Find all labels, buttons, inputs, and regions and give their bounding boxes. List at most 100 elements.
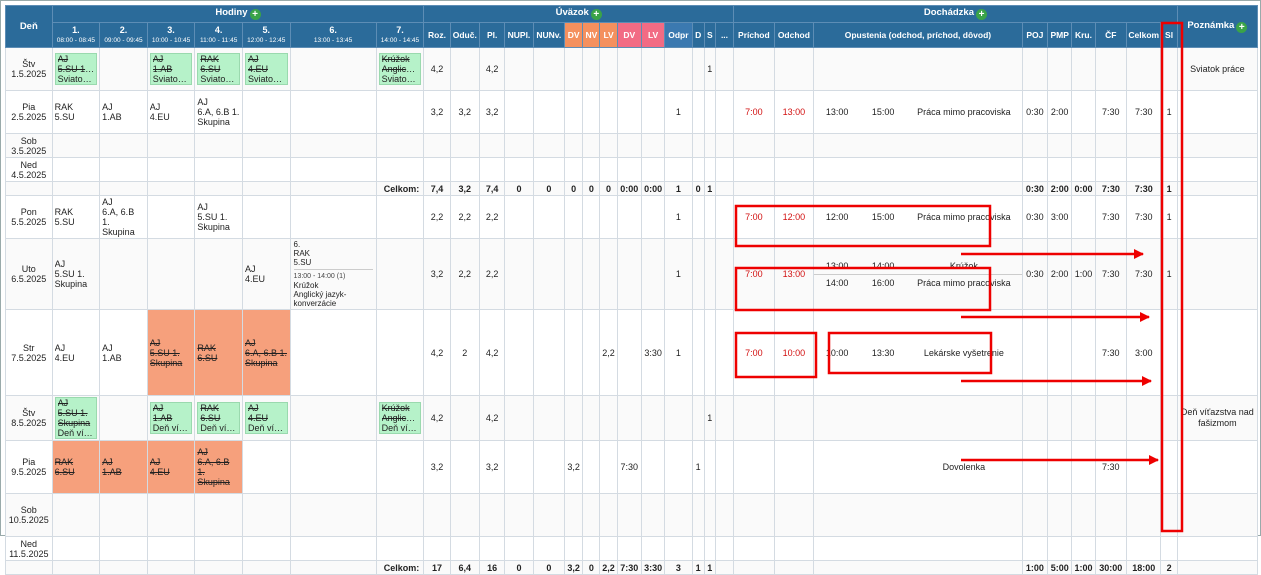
lesson-cell[interactable]: RAK6.SUSviatok práce xyxy=(194,47,243,91)
lesson-cell[interactable] xyxy=(241,133,291,158)
lesson-cell[interactable] xyxy=(241,90,291,134)
absences-cell[interactable]: 13:00 15:00 Práca mimo pracoviska xyxy=(813,90,1023,134)
departure-time[interactable]: 12:00 xyxy=(773,195,815,239)
note-cell[interactable] xyxy=(1176,493,1259,537)
lesson-cell[interactable] xyxy=(375,90,425,134)
period-header-6[interactable]: 6. 13:00 - 13:45 xyxy=(289,22,377,48)
absences-cell[interactable] xyxy=(813,133,1023,158)
lesson-cell[interactable] xyxy=(194,493,243,537)
arrival-time[interactable] xyxy=(733,47,775,91)
lesson-cell[interactable]: KrúžokAnglický jazyk-konverzácieSviatok … xyxy=(375,47,425,91)
lesson-cell[interactable] xyxy=(99,157,148,182)
col-header-20[interactable]: ČF xyxy=(1094,22,1128,48)
lesson-cell[interactable] xyxy=(289,47,377,91)
lesson-cell[interactable] xyxy=(289,440,377,494)
lesson-cell[interactable] xyxy=(194,536,243,561)
col-header-8[interactable]: DV xyxy=(616,22,642,48)
col-header-1[interactable]: Oduč. xyxy=(449,22,480,48)
lesson-cell[interactable] xyxy=(146,157,196,182)
lesson-cell[interactable] xyxy=(241,493,291,537)
lesson-cell[interactable] xyxy=(146,133,196,158)
col-header-5[interactable]: DV xyxy=(564,22,584,48)
lesson-cell[interactable] xyxy=(241,195,291,239)
departure-time[interactable]: 13:00 xyxy=(773,90,815,134)
note-cell[interactable]: Deň víťazstva nad fašizmom xyxy=(1176,395,1259,441)
lesson-cell[interactable] xyxy=(375,195,425,239)
day-cell[interactable]: Ned 4.5.2025 xyxy=(5,157,53,182)
lesson-cell[interactable]: RAK6.SUDeň víťazstva nad fašizmom xyxy=(194,395,243,441)
lesson-cell[interactable]: AJ 4.EU xyxy=(146,440,196,494)
lesson-cell[interactable] xyxy=(146,493,196,537)
arrival-time[interactable] xyxy=(733,493,775,537)
col-header-15[interactable]: Odchod xyxy=(773,22,815,48)
col-header-18[interactable]: PMP xyxy=(1047,22,1073,48)
lesson-cell[interactable] xyxy=(99,47,148,91)
period-header-7[interactable]: 7. 14:00 - 14:45 xyxy=(375,22,425,48)
lesson-cell[interactable]: AJ5.SU 1.SkupinaDeň víťazstva nad fašizm… xyxy=(51,395,101,441)
note-cell[interactable] xyxy=(1176,133,1259,158)
arrival-time[interactable]: 7:00 xyxy=(733,195,775,239)
col-header-19[interactable]: Kru. xyxy=(1071,22,1096,48)
lesson-cell[interactable] xyxy=(51,157,101,182)
period-header-3[interactable]: 3. 10:00 - 10:45 xyxy=(146,22,196,48)
col-header-6[interactable]: NV xyxy=(582,22,601,48)
lesson-cell[interactable]: RAK 5.SU xyxy=(51,195,101,239)
absences-cell[interactable] xyxy=(813,157,1023,182)
add-hodiny-plus-icon[interactable]: + xyxy=(249,9,261,20)
day-cell[interactable]: Pia 9.5.2025 xyxy=(5,440,53,494)
arrival-time[interactable] xyxy=(733,536,775,561)
departure-time[interactable]: 13:00 xyxy=(773,238,815,310)
lesson-cell[interactable]: AJ1.ABDeň víťazstva nad fašizmom xyxy=(146,395,196,441)
lesson-cell[interactable] xyxy=(51,133,101,158)
note-cell[interactable] xyxy=(1176,440,1259,494)
col-header-4[interactable]: NUNv. xyxy=(532,22,566,48)
add-uvazok-plus-icon[interactable]: + xyxy=(590,9,602,20)
lesson-cell[interactable] xyxy=(99,238,148,310)
absences-cell[interactable] xyxy=(813,395,1023,441)
arrival-time[interactable] xyxy=(733,440,775,494)
lesson-cell[interactable] xyxy=(375,157,425,182)
absences-cell[interactable]: 13:00 14:00 Krúžok 14:00 16:00 Práca mimo pra… xyxy=(813,238,1023,310)
departure-time[interactable] xyxy=(773,47,815,91)
period-header-5[interactable]: 5. 12:00 - 12:45 xyxy=(241,22,291,48)
lesson-cell[interactable]: AJ 4.EU xyxy=(146,90,196,134)
period-header-4[interactable]: 4. 11:00 - 11:45 xyxy=(194,22,243,48)
lesson-cell[interactable] xyxy=(289,133,377,158)
add-poznamka-plus-icon[interactable]: + xyxy=(1236,21,1248,33)
day-cell[interactable]: Pia 2.5.2025 xyxy=(5,90,53,134)
arrival-time[interactable] xyxy=(733,395,775,441)
day-cell[interactable]: Pon 5.5.2025 xyxy=(5,195,53,239)
lesson-cell[interactable]: AJ 1.AB xyxy=(99,309,148,396)
col-header-9[interactable]: LV xyxy=(640,22,666,48)
lesson-cell[interactable] xyxy=(375,536,425,561)
lesson-cell[interactable] xyxy=(375,440,425,494)
lesson-cell[interactable]: AJ4.EUSviatok práce xyxy=(241,47,291,91)
lesson-cell[interactable] xyxy=(375,309,425,396)
departure-time[interactable] xyxy=(773,493,815,537)
note-cell[interactable]: Sviatok práce xyxy=(1176,47,1259,91)
add-dochadzka-plus-icon[interactable]: + xyxy=(975,9,987,20)
departure-time[interactable] xyxy=(773,536,815,561)
lesson-cell[interactable] xyxy=(289,493,377,537)
lesson-cell[interactable]: AJ5.SU 1. SkupinaSviatok práce xyxy=(51,47,101,91)
col-header-7[interactable]: LV xyxy=(599,22,618,48)
lesson-cell[interactable] xyxy=(99,493,148,537)
absences-cell[interactable]: Dovolenka xyxy=(813,440,1023,494)
lesson-cell[interactable] xyxy=(51,493,101,537)
col-header-14[interactable]: Príchod xyxy=(733,22,775,48)
note-cell[interactable] xyxy=(1176,536,1259,561)
lesson-cell[interactable] xyxy=(289,90,377,134)
day-cell[interactable]: Štv 1.5.2025 xyxy=(5,47,53,91)
lesson-cell[interactable]: RAK 5.SU xyxy=(51,90,101,134)
col-header-10[interactable]: Odpr xyxy=(664,22,693,48)
lesson-cell[interactable]: 6. RAK 5.SU 13:00 - 14:00 (1) Krúžok Anglický… xyxy=(289,238,377,310)
lesson-cell[interactable]: AJ4.EUDeň víťazstva nad fašizmom xyxy=(241,395,291,441)
departure-time[interactable] xyxy=(773,395,815,441)
note-cell[interactable] xyxy=(1176,195,1259,239)
lesson-cell[interactable] xyxy=(289,395,377,441)
lesson-cell[interactable]: AJ 5.SU 1. Skupina xyxy=(51,238,101,310)
day-cell[interactable]: Ned 11.5.2025 xyxy=(5,536,53,561)
note-cell[interactable] xyxy=(1176,309,1259,396)
lesson-cell[interactable] xyxy=(146,536,196,561)
lesson-cell[interactable] xyxy=(146,195,196,239)
